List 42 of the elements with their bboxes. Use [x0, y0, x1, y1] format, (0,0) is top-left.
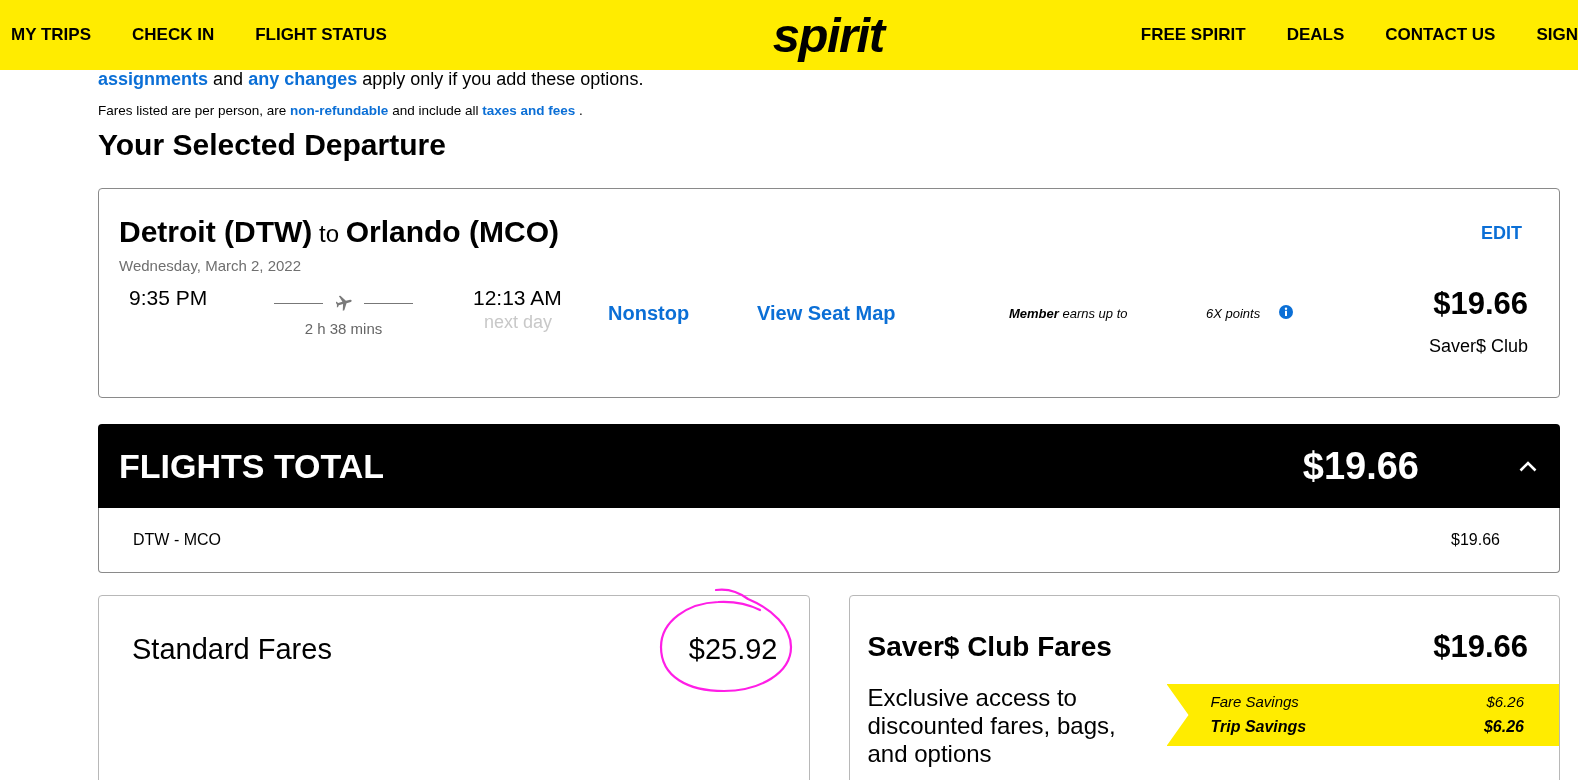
info-icon[interactable] — [1279, 305, 1293, 319]
savings-label: Fare Savings — [1210, 692, 1299, 712]
fare-note-link[interactable]: taxes and fees — [482, 103, 576, 118]
nav-link[interactable]: CHECK IN — [132, 25, 215, 45]
nav-link[interactable]: DEALS — [1286, 25, 1345, 45]
nav-link[interactable]: SIGN — [1536, 25, 1578, 45]
notice-text: assignments and any changes apply only if you add these options. — [98, 70, 645, 88]
nav-link[interactable]: FLIGHT STATUS — [255, 25, 387, 45]
leg-route: DTW - MCO — [133, 530, 221, 550]
seat-map-link[interactable]: View Seat Map — [757, 302, 896, 324]
fare-note-link[interactable]: non-refundable — [290, 103, 389, 118]
airplane-icon — [335, 295, 352, 311]
nav-link[interactable]: MY TRIPS — [11, 25, 91, 45]
savings-label: Trip Savings — [1210, 717, 1307, 737]
fare-type: Saver$ Club — [1428, 335, 1528, 357]
flights-total-amount: $19.66 — [1302, 444, 1419, 488]
edit-link[interactable]: EDIT — [1481, 222, 1522, 244]
savings-amount: $6.26 — [1483, 717, 1524, 737]
fare-price: $25.92 — [688, 632, 778, 667]
nav-link[interactable]: FREE SPIRIT — [1140, 25, 1246, 45]
section-title: Your Selected Departure — [98, 128, 447, 162]
fare-note-text: Fares listed are per person, are non-refundable and include all taxes and fees . — [98, 102, 584, 120]
nav-link[interactable]: CONTACT US — [1385, 25, 1496, 45]
notice-link[interactable]: any changes — [248, 69, 358, 89]
chevron-up-icon[interactable] — [1519, 460, 1537, 472]
fare-price: $19.66 — [1433, 629, 1528, 665]
fare-title: Standard Fares — [132, 632, 332, 667]
fare-price: $19.66 — [1433, 286, 1528, 322]
leg-price: $19.66 — [1451, 530, 1500, 550]
notice-link[interactable]: assignments — [98, 69, 209, 89]
arrival-time: 12:13 AM — [473, 286, 562, 310]
points-text: 6X points — [1206, 306, 1261, 321]
stops-link[interactable]: Nonstop — [608, 302, 690, 324]
savings-amount: $6.26 — [1486, 692, 1524, 712]
fare-description: Exclusive access to discounted fares, bags, and options — [867, 684, 1117, 768]
flight-date: Wednesday, March 2, 2022 — [119, 256, 303, 276]
flights-total-title: FLIGHTS TOTAL — [119, 446, 386, 486]
departure-time: 9:35 PM — [129, 286, 208, 309]
fare-title: Saver$ Club Fares — [867, 630, 1112, 664]
route-title: Detroit (DTW) to Orlando (MCO) — [119, 214, 559, 250]
member-earnings-text: Member earns up to — [1009, 306, 1128, 321]
flight-duration: 2 h 38 mins — [304, 320, 383, 338]
